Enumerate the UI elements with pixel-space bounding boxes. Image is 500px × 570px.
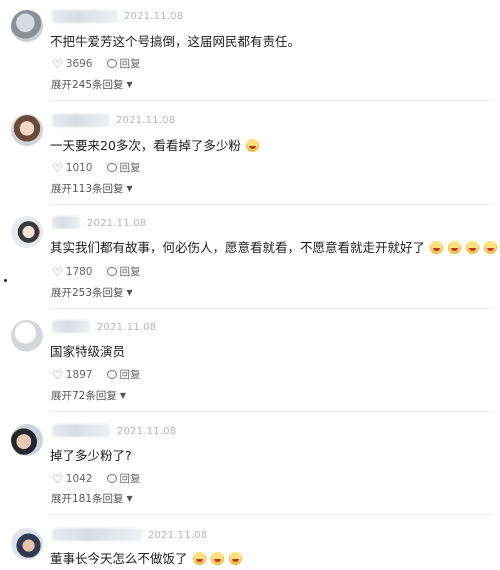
laugh-emoji-icon: [466, 241, 480, 254]
comment-actions: ♡ 1042 回复: [52, 471, 141, 486]
comment-text: 国家特级演员: [50, 344, 126, 359]
caret-down-icon: ▼: [119, 391, 127, 400]
avatar[interactable]: [11, 424, 43, 456]
username-blurred: [52, 528, 142, 541]
comment-time: 2021.11.08: [97, 322, 157, 333]
like-icon[interactable]: ♡: [52, 473, 63, 485]
like-count: 3696: [65, 57, 93, 70]
divider: [50, 308, 492, 309]
expand-replies-link[interactable]: 展开72条回复 ▼: [51, 388, 126, 403]
reply-button[interactable]: 回复: [120, 264, 141, 279]
comment-actions: ♡ 3696 回复: [52, 56, 141, 71]
expand-replies-label: 展开113条回复: [51, 183, 124, 195]
like-count: 1010: [65, 161, 93, 174]
reply-icon[interactable]: [106, 267, 117, 276]
expand-replies-label: 展开72条回复: [51, 390, 117, 402]
expand-replies-link[interactable]: 展开181条回复 ▼: [51, 491, 133, 506]
reply-icon[interactable]: [106, 163, 117, 172]
caret-down-icon: ▼: [126, 494, 133, 503]
caret-down-icon: ▼: [126, 80, 133, 89]
username-blurred: [52, 10, 118, 23]
expand-replies-link[interactable]: 展开245条回复 ▼: [51, 77, 133, 92]
divider: [50, 204, 492, 205]
avatar[interactable]: [11, 320, 43, 352]
comment-actions: ♡ 1010 回复: [52, 160, 141, 175]
grin-emoji-icon: [210, 552, 224, 565]
expand-replies-link[interactable]: 展开253条回复 ▼: [51, 285, 133, 300]
username-blurred: [52, 320, 90, 333]
comment-time: 2021.11.08: [87, 218, 147, 229]
laugh-emoji-icon: [448, 241, 462, 254]
laugh-emoji-icon: [430, 241, 444, 254]
comment-time: 2021.11.08: [117, 426, 177, 437]
reply-icon[interactable]: [106, 474, 117, 483]
comment-time: 2021.11.08: [148, 530, 208, 541]
reply-button[interactable]: 回复: [120, 367, 141, 382]
username-blurred: [52, 114, 110, 127]
comment-text: 掉了多少粉了?: [50, 448, 132, 463]
stray-dot: [4, 279, 7, 282]
like-icon[interactable]: ♡: [52, 266, 63, 278]
expand-replies-label: 展开181条回复: [51, 493, 124, 505]
caret-down-icon: ▼: [126, 184, 133, 193]
expand-replies-link[interactable]: 展开113条回复 ▼: [51, 181, 133, 196]
reply-button[interactable]: 回复: [120, 56, 141, 71]
expand-replies-label: 展开253条回复: [51, 287, 124, 299]
like-count: 1897: [65, 368, 93, 381]
reply-button[interactable]: 回复: [120, 160, 141, 175]
comment-text: 其实我们都有故事，何必伤人，愿意看就看，不愿意看就走开就好了: [50, 237, 498, 256]
caret-down-icon: ▼: [126, 288, 133, 297]
comment-text: 不把牛爱芳这个号搞倒，这届网民都有责任。: [50, 34, 301, 49]
avatar[interactable]: [11, 528, 43, 560]
divider: [50, 411, 492, 412]
grin-emoji-icon: [228, 552, 242, 565]
comment-actions: ♡ 1780 回复: [52, 264, 141, 279]
comment-text: 董事长今天怎么不做饭了: [50, 548, 242, 567]
laugh-emoji-icon: [245, 139, 259, 152]
comment-text: 一天要来20多次，看看掉了多少粉: [50, 135, 259, 154]
username-blurred: [52, 216, 80, 229]
like-count: 1780: [65, 265, 93, 278]
avatar[interactable]: [11, 216, 43, 248]
avatar[interactable]: [11, 114, 43, 146]
reply-icon[interactable]: [106, 370, 117, 379]
expand-replies-label: 展开245条回复: [51, 79, 124, 91]
reply-button[interactable]: 回复: [120, 471, 141, 486]
reply-icon[interactable]: [106, 59, 117, 68]
like-icon[interactable]: ♡: [52, 162, 63, 174]
like-icon[interactable]: ♡: [52, 58, 63, 70]
laugh-emoji-icon: [484, 241, 498, 254]
comment-actions: ♡ 1897 回复: [52, 367, 141, 382]
comment-time: 2021.11.08: [116, 115, 176, 126]
like-icon[interactable]: ♡: [52, 369, 63, 381]
grin-emoji-icon: [192, 552, 206, 565]
divider: [50, 100, 492, 101]
avatar[interactable]: [11, 10, 43, 42]
username-blurred: [52, 424, 110, 437]
comment-time: 2021.11.08: [124, 11, 184, 22]
divider: [50, 514, 492, 515]
like-count: 1042: [65, 472, 93, 485]
